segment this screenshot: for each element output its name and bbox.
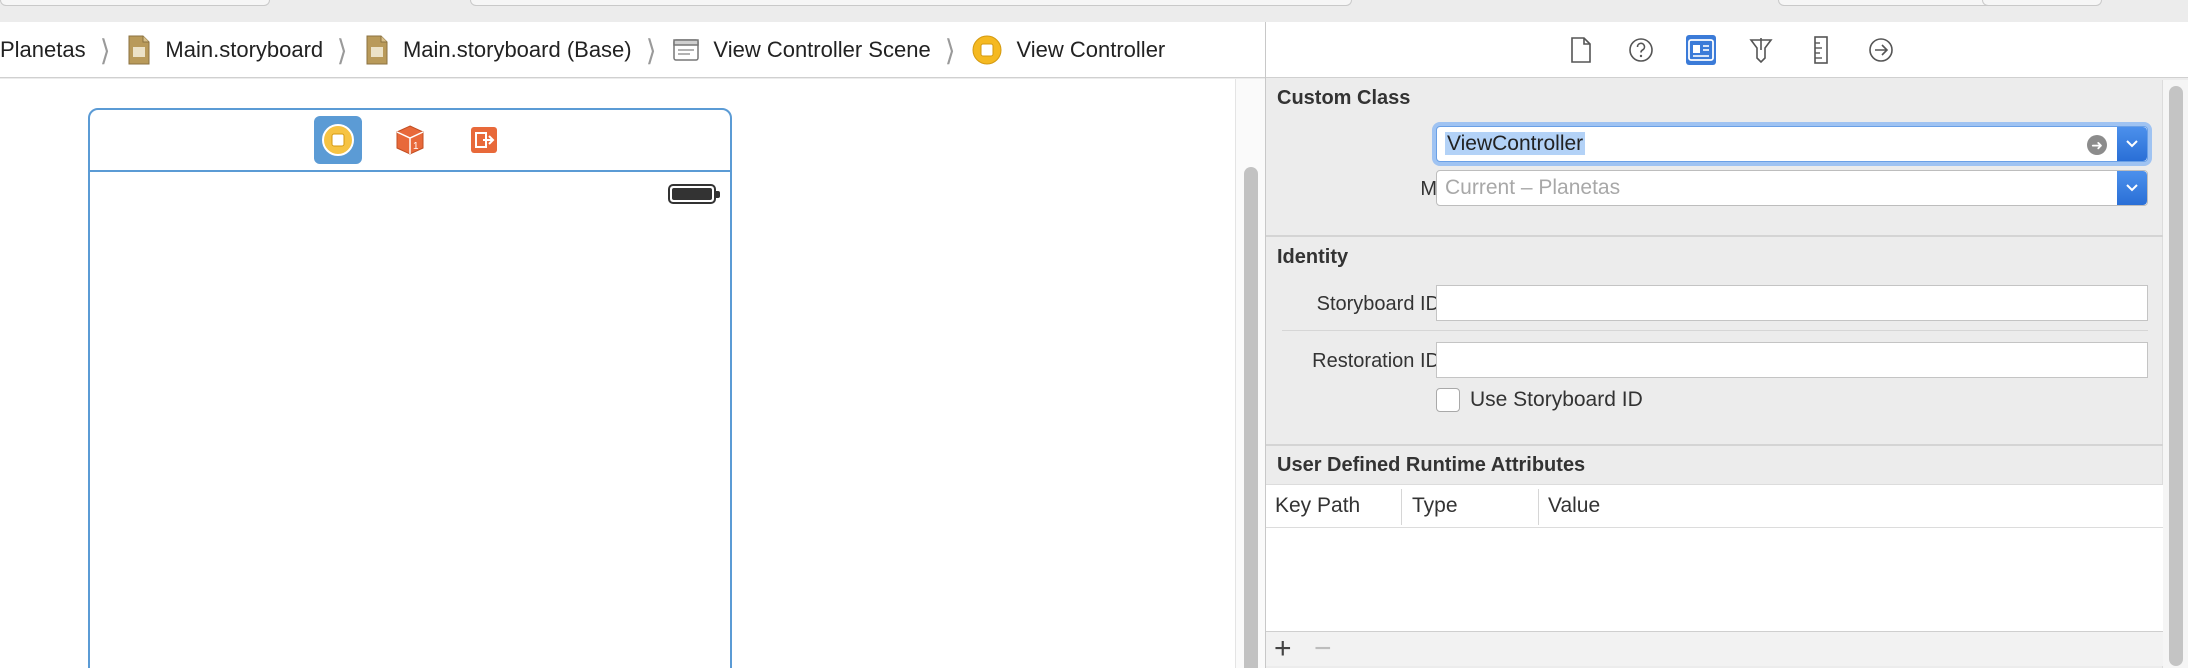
view-controller-icon: [972, 35, 1002, 64]
scrollbar-thumb[interactable]: [1244, 167, 1258, 668]
use-storyboard-id-checkbox[interactable]: [1436, 388, 1460, 412]
remove-attribute-button[interactable]: −: [1314, 634, 1332, 664]
column-header-value[interactable]: Value: [1548, 494, 1600, 518]
first-responder-dock-button[interactable]: 1: [386, 116, 434, 164]
breadcrumb-item-view-controller[interactable]: View Controller: [972, 22, 1165, 77]
breadcrumb-label: View Controller: [1016, 36, 1166, 62]
exit-icon: [471, 127, 497, 153]
connections-inspector-icon: [1869, 38, 1893, 62]
runtime-attributes-table[interactable]: [1266, 528, 2163, 632]
scene-icon: [673, 38, 700, 61]
view-controller-icon: [322, 124, 354, 156]
class-value: ViewController: [1445, 132, 1586, 155]
first-responder-icon: 1: [396, 125, 424, 155]
module-dropdown-button[interactable]: [2117, 171, 2147, 205]
breadcrumb-separator: ❭: [97, 34, 112, 64]
use-storyboard-id-label: Use Storyboard ID: [1470, 388, 1643, 411]
inspector-scrollbar[interactable]: [2162, 80, 2188, 668]
identity-inspector-tab[interactable]: [1686, 35, 1716, 65]
breadcrumb-separator: ❭: [643, 34, 658, 64]
quick-help-tab[interactable]: [1626, 35, 1656, 65]
storyboard-file-icon: [366, 35, 388, 64]
restoration-id-field[interactable]: [1436, 342, 2148, 378]
battery-icon: [668, 184, 720, 204]
breadcrumb-label: View Controller Scene: [713, 36, 931, 62]
runtime-attributes-footer: + −: [1266, 632, 2163, 666]
class-combo-box[interactable]: ViewController ➜: [1436, 126, 2148, 162]
identity-inspector-icon: [1688, 39, 1714, 61]
scrollbar-thumb[interactable]: [2169, 86, 2183, 666]
file-inspector-icon: [1571, 37, 1591, 63]
storyboard-id-field[interactable]: [1436, 285, 2148, 321]
storyboard-id-label: Storyboard ID: [1316, 293, 1440, 315]
runtime-attributes-table-header: Key Path Type Value: [1266, 484, 2163, 528]
quick-help-icon: [1629, 38, 1653, 62]
canvas-scrollbar[interactable]: [1235, 79, 1265, 668]
size-inspector-tab[interactable]: [1806, 35, 1836, 65]
jump-bar: Planetas ❭ Main.storyboard ❭ Main.storyb…: [0, 22, 1265, 78]
breadcrumb-separator: ❭: [943, 34, 957, 64]
class-dropdown-button[interactable]: [2117, 127, 2147, 161]
file-inspector-tab[interactable]: [1566, 35, 1596, 65]
breadcrumb-label: Planetas: [0, 36, 86, 62]
exit-dock-button[interactable]: [460, 116, 508, 164]
identity-title: Identity: [1277, 246, 1349, 268]
storyboard-file-icon: [128, 35, 150, 64]
add-attribute-button[interactable]: +: [1274, 634, 1292, 664]
svg-text:1: 1: [413, 141, 419, 152]
inspector-pane: Custom Class Class ViewController ➜ Modu…: [1265, 22, 2188, 668]
section-divider: [1266, 444, 2163, 446]
breadcrumb-label: Main.storyboard: [165, 36, 324, 62]
breadcrumb-item-storyboard-base[interactable]: Main.storyboard (Base): [365, 22, 632, 77]
breadcrumb-item-project[interactable]: Planetas: [0, 22, 86, 77]
connections-inspector-tab[interactable]: [1866, 35, 1896, 65]
toolbar-strip: [0, 0, 2188, 22]
module-placeholder: Current – Planetas: [1445, 176, 1621, 199]
view-controller-dock-button[interactable]: [314, 116, 362, 164]
breadcrumb-separator: ❭: [335, 34, 349, 64]
view-controller-scene[interactable]: 1: [88, 108, 732, 668]
column-separator: [1401, 489, 1402, 525]
toolbar-segment: [1982, 0, 2102, 6]
runtime-attributes-title: User Defined Runtime Attributes: [1277, 454, 1586, 476]
breadcrumb-item-storyboard[interactable]: Main.storyboard: [127, 22, 323, 77]
activity-view: [470, 0, 1352, 6]
toolbar-segment: [0, 0, 270, 6]
column-header-type[interactable]: Type: [1412, 494, 1458, 518]
xcode-window: Planetas ❭ Main.storyboard ❭ Main.storyb…: [0, 0, 2188, 668]
custom-class-title: Custom Class: [1277, 87, 1411, 109]
inspector-toolbar: [1266, 22, 2188, 78]
chevron-down-icon: [2126, 184, 2138, 192]
column-separator: [1538, 489, 1539, 525]
section-divider: [1266, 235, 2163, 237]
breadcrumb-item-scene[interactable]: View Controller Scene: [673, 22, 931, 77]
restoration-id-label: Restoration ID: [1312, 350, 1440, 372]
size-inspector-icon: [1814, 36, 1828, 64]
field-divider: [1282, 330, 2148, 331]
attributes-inspector-icon: [1749, 38, 1773, 64]
chevron-down-icon: [2126, 140, 2138, 148]
scene-dock: 1: [90, 110, 730, 172]
attributes-inspector-tab[interactable]: [1746, 35, 1776, 65]
column-header-key-path[interactable]: Key Path: [1275, 494, 1360, 518]
breadcrumb-label: Main.storyboard (Base): [402, 36, 632, 62]
go-to-class-icon[interactable]: ➜: [2087, 135, 2107, 155]
module-combo-box[interactable]: Current – Planetas: [1436, 170, 2148, 206]
